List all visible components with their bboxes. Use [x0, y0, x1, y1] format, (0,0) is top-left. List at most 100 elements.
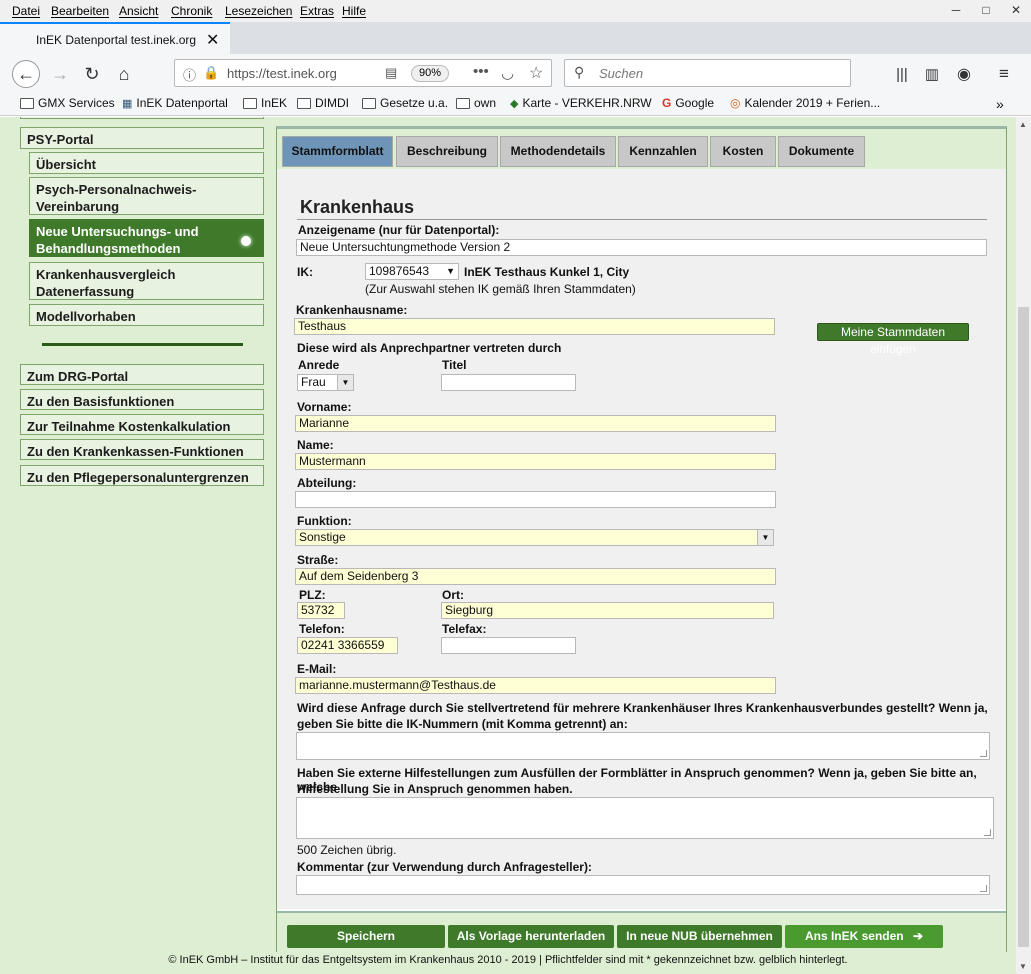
scrollbar-thumb[interactable] — [1018, 307, 1029, 947]
bookmark-inek-datenportal[interactable]: ▦ InEK Datenportal — [122, 96, 228, 110]
ort-input[interactable]: Siegburg — [441, 602, 774, 619]
anzeigename-label: Anzeigename (nur für Datenportal): — [298, 223, 500, 237]
sidebar-link-drg[interactable]: Zum DRG-Portal — [20, 364, 264, 385]
tab-close-icon[interactable]: ✕ — [206, 30, 219, 50]
ort-label: Ort: — [442, 588, 464, 602]
sidebar-item-nub[interactable]: Neue Untersuchungs- und Behandlungsmetho… — [29, 219, 264, 257]
kommentar-textarea[interactable] — [296, 875, 990, 895]
sidebar-item-personalnachweis[interactable]: Psych-Personalnachweis-Vereinbarung — [29, 177, 264, 215]
sidebar-item-krankenhausvergleich[interactable]: Krankenhausvergleich Datenerfassung — [29, 262, 264, 300]
sidebar-link-krankenkassen[interactable]: Zu den Krankenkassen-Funktionen — [20, 439, 264, 460]
anzeigename-input[interactable]: Neue Untersuchtungmethode Version 2 — [296, 239, 987, 256]
sidebar-toggle-icon[interactable]: ▥ — [918, 60, 946, 88]
tab-kennzahlen[interactable]: Kennzahlen — [618, 136, 708, 167]
account-icon[interactable]: ◉ — [950, 60, 978, 88]
arrow-right-icon: ➔ — [912, 929, 924, 943]
sidebar-portal-title[interactable]: PSY-Portal — [20, 127, 264, 149]
telefon-label: Telefon: — [299, 622, 345, 636]
funktion-select-value: Sonstige — [299, 530, 346, 544]
search-bar[interactable]: ⚲ Suchen — [564, 59, 851, 87]
scroll-down-icon[interactable]: ▼ — [1019, 962, 1027, 971]
bookmarks-overflow-icon[interactable]: » — [996, 96, 1004, 112]
sidebar-link-basisfunktionen[interactable]: Zu den Basisfunktionen — [20, 389, 264, 410]
download-template-button[interactable]: Als Vorlage herunterladen — [448, 925, 614, 948]
plz-input[interactable]: 53732 — [297, 602, 345, 619]
ik-select[interactable]: 109876543 ▼ — [365, 263, 459, 280]
strasse-input[interactable]: Auf dem Seidenberg 3 — [295, 568, 776, 585]
reader-view-icon[interactable]: ▤ — [385, 65, 397, 81]
forward-icon[interactable]: → — [46, 60, 74, 88]
chars-remaining: 500 Zeichen übrig. — [297, 843, 397, 857]
name-input[interactable]: Mustermann — [295, 453, 776, 470]
bookmark-google[interactable]: G Google — [662, 96, 714, 110]
stammdaten-einfuegen-button[interactable]: Meine Stammdaten einfügen — [817, 323, 969, 356]
inek-icon: ▦ — [122, 97, 133, 110]
tab-stammformblatt[interactable]: Stammformblatt — [282, 136, 393, 167]
email-input[interactable]: marianne.mustermann@Testhaus.de — [295, 677, 776, 694]
info-icon[interactable]: ⓘ — [183, 65, 196, 84]
strasse-label: Straße: — [297, 553, 339, 567]
menu-extras[interactable]: Extras — [300, 4, 334, 18]
tab-dokumente[interactable]: Dokumente — [778, 136, 865, 167]
bookmark-karte-verkehr[interactable]: ◆ Karte - VERKEHR.NRW — [510, 96, 652, 110]
krankenhausname-input[interactable]: Testhaus — [294, 318, 775, 335]
ik-numbers-textarea[interactable] — [296, 732, 990, 760]
page-actions-icon[interactable]: ••• — [473, 63, 489, 80]
bookmark-gmx[interactable]: GMX Services — [20, 96, 115, 110]
pocket-icon[interactable]: ◡ — [501, 64, 514, 82]
sidebar-item-uebersicht[interactable]: Übersicht — [29, 152, 264, 174]
folder-icon — [20, 97, 34, 109]
scroll-up-icon[interactable]: ▲ — [1019, 120, 1027, 129]
anrede-select[interactable]: Frau ▼ — [297, 374, 354, 391]
tab-title: InEK Datenportal test.inek.org — [36, 33, 197, 47]
bookmark-inek[interactable]: InEK — [243, 96, 287, 110]
copy-to-nub-button[interactable]: In neue NUB übernehmen — [617, 925, 782, 948]
menu-chronik[interactable]: Chronik — [171, 4, 212, 18]
tab-beschreibung[interactable]: Beschreibung — [396, 136, 498, 167]
sidebar-link-kostenkalkulation[interactable]: Zur Teilnahme Kostenkalkulation — [20, 414, 264, 435]
abteilung-input[interactable] — [295, 491, 776, 508]
browser-tab[interactable]: InEK Datenportal test.inek.org ✕ — [0, 22, 230, 54]
bookmark-own[interactable]: own — [456, 96, 496, 110]
bookmark-dimdi[interactable]: DIMDI — [297, 96, 349, 110]
anrede-label: Anrede — [298, 358, 340, 372]
menu-bearbeiten[interactable]: Bearbeiten — [51, 4, 109, 18]
bookmark-gesetze[interactable]: Gesetze u.a. — [362, 96, 448, 110]
tab-methodendetails[interactable]: Methodendetails — [500, 136, 616, 167]
menu-datei[interactable]: Datei — [12, 4, 40, 18]
minimize-icon[interactable]: ─ — [941, 0, 971, 20]
library-icon[interactable]: ||| — [888, 60, 916, 88]
close-window-icon[interactable]: ✕ — [1001, 0, 1031, 20]
zoom-badge[interactable]: 90% — [411, 65, 449, 82]
sidebar-link-pflegepersonal[interactable]: Zu den Pflegepersonaluntergrenzen — [20, 465, 264, 486]
funktion-select[interactable]: Sonstige ▼ — [295, 529, 774, 546]
tab-kosten[interactable]: Kosten — [710, 136, 776, 167]
send-to-inek-button[interactable]: Ans InEK senden ➔ — [785, 925, 943, 948]
bookmark-kalender[interactable]: ◎ Kalender 2019 + Ferien... — [730, 96, 880, 110]
bookmark-star-icon[interactable]: ☆ — [529, 63, 543, 83]
maximize-icon[interactable]: □ — [971, 0, 1001, 20]
sidebar-item-modellvorhaben[interactable]: Modellvorhaben — [29, 304, 264, 326]
titel-input[interactable] — [441, 374, 576, 391]
name-label: Name: — [297, 438, 334, 452]
telefax-input[interactable] — [441, 637, 576, 654]
url-bar[interactable]: ⓘ 🔒 https://test.inek.org ▤ 90% ••• ◡ ☆ — [174, 59, 552, 87]
hamburger-menu-icon[interactable]: ≡ — [990, 60, 1018, 88]
hilfestellung-textarea[interactable] — [296, 797, 994, 839]
sidebar-divider — [42, 343, 243, 346]
page-scrollbar[interactable]: ▲ ▼ — [1016, 117, 1031, 974]
save-button[interactable]: Speichern — [287, 925, 445, 948]
menu-hilfe[interactable]: Hilfe — [342, 4, 366, 18]
telefax-label: Telefax: — [442, 622, 487, 636]
vorname-input[interactable]: Marianne — [295, 415, 776, 432]
back-icon[interactable]: ← — [12, 60, 40, 88]
menu-ansicht[interactable]: Ansicht — [119, 4, 158, 18]
telefon-input[interactable]: 02241 3366559 — [297, 637, 398, 654]
reload-icon[interactable]: ↻ — [78, 60, 106, 88]
sidebar-item-clipped[interactable] — [20, 117, 264, 119]
tab-bar: InEK Datenportal test.inek.org ✕ — [0, 22, 1031, 54]
question-ik-line2: geben Sie bitte die IK-Nummern (mit Komm… — [297, 717, 628, 731]
home-icon[interactable]: ⌂ — [110, 60, 138, 88]
menu-lesezeichen[interactable]: Lesezeichen — [225, 4, 292, 18]
sidebar-item-label: Neue Untersuchungs- und Behandlungsmetho… — [36, 224, 199, 256]
